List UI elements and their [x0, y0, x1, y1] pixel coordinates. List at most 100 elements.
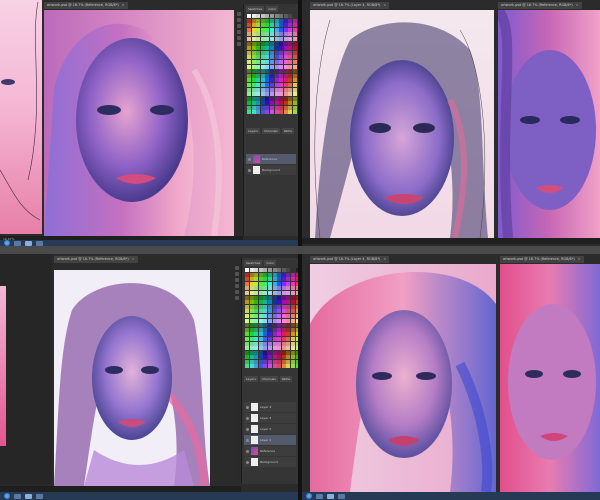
close-icon[interactable]: ×: [578, 257, 581, 261]
color-swatch[interactable]: [288, 36, 293, 41]
color-swatch[interactable]: [260, 23, 265, 28]
color-swatch[interactable]: [283, 50, 288, 55]
color-swatch[interactable]: [279, 18, 284, 23]
color-swatch[interactable]: [263, 346, 268, 351]
color-swatch[interactable]: [254, 341, 259, 346]
color-swatch[interactable]: [277, 355, 282, 360]
color-swatch[interactable]: [290, 341, 295, 346]
color-swatch[interactable]: [286, 350, 291, 355]
color-swatch[interactable]: [263, 281, 268, 286]
color-swatch[interactable]: [277, 364, 282, 369]
color-swatch[interactable]: [267, 309, 272, 314]
color-swatch[interactable]: [251, 92, 256, 97]
color-swatch[interactable]: [247, 14, 251, 18]
color-swatch[interactable]: [247, 59, 251, 64]
color-swatch[interactable]: [267, 336, 272, 341]
color-swatch[interactable]: [283, 69, 288, 74]
color-swatch[interactable]: [290, 300, 295, 305]
color-swatch[interactable]: [245, 318, 249, 323]
color-swatch[interactable]: [281, 350, 286, 355]
color-swatch[interactable]: [277, 309, 282, 314]
color-swatch[interactable]: [283, 64, 288, 69]
color-swatch[interactable]: [254, 277, 259, 282]
color-swatch[interactable]: [245, 286, 249, 291]
color-swatch[interactable]: [281, 286, 286, 291]
color-swatch[interactable]: [292, 50, 297, 55]
photoshop-tool-icon[interactable]: [237, 30, 241, 34]
color-swatch[interactable]: [286, 304, 291, 309]
document-tab[interactable]: artwork.psd @ 16.7% (Reference, RGB/8*) ×: [44, 2, 128, 9]
color-swatch[interactable]: [263, 295, 268, 300]
photoshop-tool-icon[interactable]: [235, 272, 239, 276]
color-swatch[interactable]: [254, 318, 259, 323]
color-swatch[interactable]: [272, 346, 277, 351]
color-swatch[interactable]: [274, 82, 279, 87]
color-swatch[interactable]: [256, 82, 261, 87]
color-swatch[interactable]: [288, 110, 293, 115]
color-swatch[interactable]: [288, 50, 293, 55]
color-swatch[interactable]: [249, 355, 254, 360]
color-swatch[interactable]: [267, 286, 272, 291]
color-swatch[interactable]: [283, 59, 288, 64]
color-swatch[interactable]: [258, 268, 263, 272]
color-swatch[interactable]: [279, 78, 284, 83]
color-swatch[interactable]: [245, 272, 249, 277]
color-swatch[interactable]: [251, 27, 256, 32]
eye-icon[interactable]: [246, 460, 249, 464]
color-swatch[interactable]: [290, 364, 295, 369]
color-swatch[interactable]: [269, 82, 274, 87]
photoshop-tool-icon[interactable]: [235, 296, 239, 300]
color-swatch[interactable]: [274, 101, 279, 106]
color-swatch[interactable]: [267, 295, 272, 300]
layer-row[interactable]: Reference: [246, 154, 296, 164]
eye-icon[interactable]: [246, 438, 249, 442]
color-swatch[interactable]: [254, 355, 259, 360]
document-tab[interactable]: artwork.psd @ 16.7% (Layer 4, RGB/8*) ×: [310, 2, 390, 9]
color-swatch[interactable]: [249, 336, 254, 341]
color-swatch[interactable]: [256, 36, 261, 41]
color-swatch[interactable]: [269, 32, 274, 37]
color-swatch[interactable]: [256, 92, 261, 97]
color-swatch[interactable]: [272, 268, 277, 272]
tab-channels[interactable]: Channels: [259, 376, 278, 382]
color-swatch[interactable]: [281, 359, 286, 364]
color-swatch[interactable]: [263, 332, 268, 337]
color-swatch[interactable]: [269, 73, 274, 78]
color-swatch[interactable]: [279, 87, 284, 92]
photoshop-tool-icon[interactable]: [235, 278, 239, 282]
color-swatch[interactable]: [279, 59, 284, 64]
color-swatch[interactable]: [277, 300, 282, 305]
color-swatch[interactable]: [286, 290, 291, 295]
color-swatch[interactable]: [279, 92, 284, 97]
color-swatch[interactable]: [283, 46, 288, 51]
start-orb-icon[interactable]: [306, 493, 312, 499]
color-swatch[interactable]: [288, 78, 293, 83]
color-swatch[interactable]: [281, 313, 286, 318]
color-swatch[interactable]: [286, 286, 291, 291]
color-swatch[interactable]: [272, 359, 277, 364]
color-swatch[interactable]: [265, 105, 270, 110]
taskbar-app-icon[interactable]: [14, 240, 21, 246]
color-swatch[interactable]: [245, 323, 249, 328]
color-swatch[interactable]: [247, 92, 251, 97]
color-swatch[interactable]: [288, 14, 293, 18]
color-swatch[interactable]: [274, 69, 279, 74]
color-swatch[interactable]: [274, 105, 279, 110]
color-swatch[interactable]: [272, 295, 277, 300]
color-swatch[interactable]: [288, 82, 293, 87]
color-swatch[interactable]: [292, 82, 297, 87]
color-swatch[interactable]: [254, 300, 259, 305]
color-swatch[interactable]: [249, 346, 254, 351]
color-swatch[interactable]: [290, 336, 295, 341]
color-swatch[interactable]: [247, 101, 251, 106]
color-swatch[interactable]: [267, 318, 272, 323]
color-swatch[interactable]: [281, 277, 286, 282]
color-swatch[interactable]: [258, 341, 263, 346]
color-swatch[interactable]: [292, 110, 297, 115]
color-swatch[interactable]: [245, 359, 249, 364]
color-swatch[interactable]: [245, 268, 249, 272]
color-swatch[interactable]: [272, 277, 277, 282]
color-swatch[interactable]: [281, 309, 286, 314]
color-swatch[interactable]: [249, 272, 254, 277]
layer-row[interactable]: Background: [244, 457, 296, 467]
